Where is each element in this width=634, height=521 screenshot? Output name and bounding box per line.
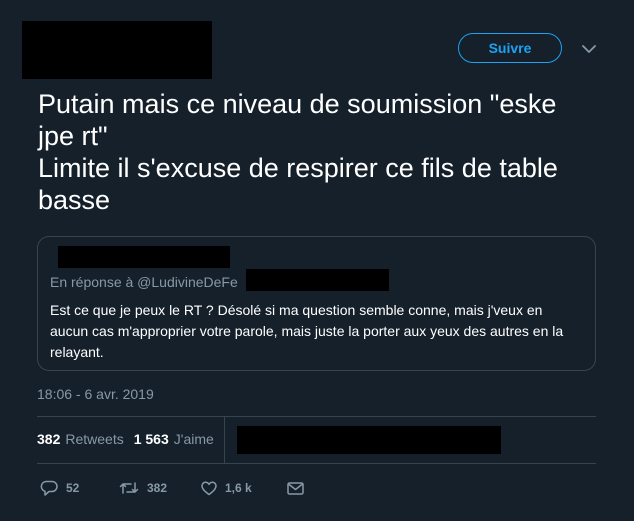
divider: [37, 463, 596, 464]
tweet-text: Putain mais ce niveau de soumission "esk…: [38, 88, 598, 216]
likes-count: 1 563: [133, 431, 169, 447]
likes-label: J'aime: [173, 431, 214, 447]
like-count: 1,6 k: [225, 481, 252, 495]
engagement-stats: 382 Retweets 1 563 J'aime: [37, 431, 214, 447]
retweets-stat[interactable]: 382 Retweets: [37, 431, 124, 447]
retweet-count: 382: [147, 481, 168, 495]
redacted-author: [22, 21, 212, 79]
retweets-count: 382: [37, 431, 61, 447]
direct-message-button[interactable]: [287, 481, 304, 495]
tweet-text-line: Limite il s'excuse de respirer ce fils d…: [38, 153, 558, 215]
chevron-down-icon[interactable]: [580, 40, 598, 58]
tweet-timestamp[interactable]: 18:06 - 6 avr. 2019: [37, 386, 154, 402]
quoted-tweet-text: Est ce que je peux le RT ? Désolé si ma …: [50, 302, 564, 360]
retweets-label: Retweets: [65, 431, 124, 447]
likes-stat[interactable]: 1 563 J'aime: [134, 431, 214, 447]
redacted-likers-avatars: [237, 426, 501, 454]
redacted-quote-author: [58, 246, 230, 268]
retweet-button[interactable]: 382: [119, 481, 201, 495]
divider: [224, 416, 225, 464]
reply-icon: [40, 480, 58, 496]
action-bar: 52 382 1,6 k: [40, 478, 304, 498]
tweet-text-line: Putain mais ce niveau de soumission "esk…: [38, 89, 557, 151]
reply-count: 52: [66, 481, 80, 495]
envelope-icon: [287, 481, 304, 495]
heart-icon: [201, 481, 217, 496]
reply-to-line: En réponse à @LudivineDeFe: [50, 274, 238, 290]
divider: [37, 416, 596, 417]
like-button[interactable]: 1,6 k: [201, 481, 287, 496]
redacted-reply-target: [246, 269, 389, 291]
retweet-icon: [119, 481, 139, 495]
reply-button[interactable]: 52: [40, 480, 119, 496]
follow-button[interactable]: Suivre: [458, 33, 562, 63]
